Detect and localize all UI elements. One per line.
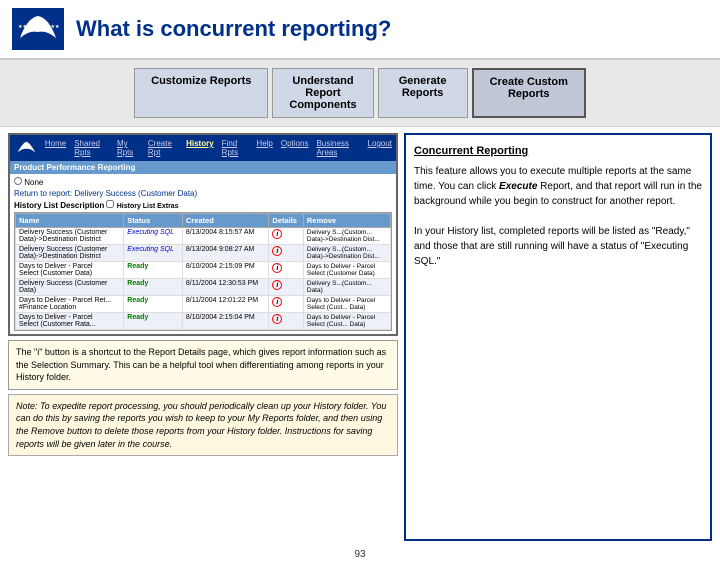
history-extras-checkbox[interactable] <box>106 200 114 208</box>
usps-logo: ★★★ ★★★ <box>12 8 64 50</box>
app-sub-nav: Product Performance Reporting <box>10 161 396 174</box>
nav-logout[interactable]: Logout <box>368 139 392 157</box>
nav-find[interactable]: Find Rpts <box>222 139 249 157</box>
callout-box: The "i" button is a shortcut to the Repo… <box>8 340 398 390</box>
steps-bar: Customize Reports UnderstandReportCompon… <box>0 60 720 127</box>
concurrent-title: Concurrent Reporting <box>414 143 702 160</box>
right-panel: Concurrent Reporting This feature allows… <box>404 133 712 541</box>
note-box: Note: To expedite report processing, you… <box>8 394 398 456</box>
app-body: None Return to report: Delivery Success … <box>10 174 396 334</box>
table-row: Delivery Success (CustomerData)->Destina… <box>16 245 391 262</box>
svg-text:★★★: ★★★ <box>18 24 32 30</box>
nav-history[interactable]: History <box>186 139 214 157</box>
nav-options[interactable]: Options <box>281 139 309 157</box>
table-row: Delivery Success (CustomerData) Ready 8/… <box>16 279 391 296</box>
col-created: Created <box>182 214 269 228</box>
app-nav-links: Home Shared Rpts My Rpts Create Rpt Hist… <box>45 139 392 157</box>
page-title: What is concurrent reporting? <box>76 16 391 42</box>
history-list-label: History List Description History List Ex… <box>14 200 392 210</box>
nav-business[interactable]: Business Areas <box>316 139 359 157</box>
none-radio[interactable] <box>14 177 22 185</box>
col-details: Details <box>269 214 304 228</box>
table-row: Delivery Success (CustomerData)->Destina… <box>16 228 391 245</box>
page-number: 93 <box>0 547 720 562</box>
col-status: Status <box>124 214 183 228</box>
table-row: Days to Deliver - ParcelSelect (Customer… <box>16 313 391 330</box>
app-nav: Home Shared Rpts My Rpts Create Rpt Hist… <box>10 135 396 161</box>
nav-create[interactable]: Create Rpt <box>148 139 178 157</box>
nav-home[interactable]: Home <box>45 139 66 157</box>
table-row: Days to Deliver - Parcel Ret...#Finance … <box>16 296 391 313</box>
nav-my-rpts[interactable]: My Rpts <box>117 139 140 157</box>
step-create-custom[interactable]: Create CustomReports <box>472 68 586 118</box>
concurrent-reporting-box: Concurrent Reporting This feature allows… <box>404 133 712 541</box>
step-customize[interactable]: Customize Reports <box>134 68 268 118</box>
concurrent-body: This feature allows you to execute multi… <box>414 164 702 269</box>
step-understand[interactable]: UnderstandReportComponents <box>272 68 373 118</box>
app-screenshot: Home Shared Rpts My Rpts Create Rpt Hist… <box>8 133 398 336</box>
none-label: None <box>14 177 392 187</box>
nav-shared[interactable]: Shared Rpts <box>74 139 109 157</box>
col-remove: Remove <box>303 214 390 228</box>
page-header: ★★★ ★★★ What is concurrent reporting? <box>0 0 720 60</box>
svg-text:★★★: ★★★ <box>46 24 60 30</box>
step-generate[interactable]: GenerateReports <box>378 68 468 118</box>
history-data-table: Name Status Created Details Remove Deliv… <box>15 213 391 330</box>
app-breadcrumb: Return to report: Delivery Success (Cust… <box>14 189 392 198</box>
col-name: Name <box>16 214 124 228</box>
left-panel: Home Shared Rpts My Rpts Create Rpt Hist… <box>8 133 398 541</box>
nav-help[interactable]: Help <box>256 139 272 157</box>
table-row: Days to Deliver - ParcelSelect (Customer… <box>16 262 391 279</box>
main-content: Home Shared Rpts My Rpts Create Rpt Hist… <box>0 127 720 547</box>
history-table: Name Status Created Details Remove Deliv… <box>14 212 392 331</box>
app-logo <box>14 137 39 159</box>
